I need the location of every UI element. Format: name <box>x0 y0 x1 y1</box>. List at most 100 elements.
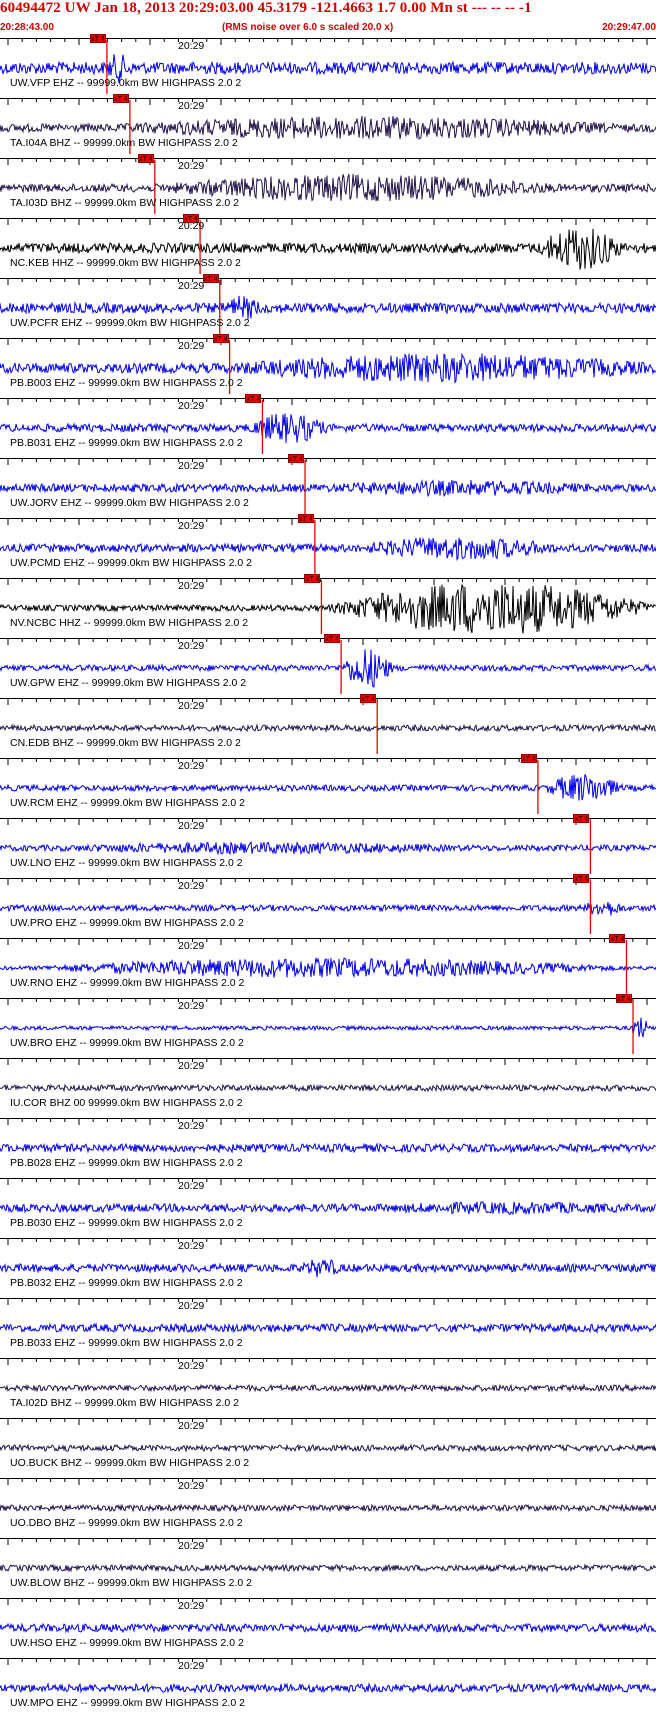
trace-plot <box>0 458 656 514</box>
minute-mark: 20:29 <box>178 1240 205 1252</box>
trace-plot <box>0 398 656 454</box>
station-label: UW.RCM EHZ -- 99999.0km BW HIGHPASS 2.0 … <box>10 797 245 809</box>
trace-row: xT 4 20:29 CN.EDB BHZ -- 99999.0km BW HIGH… <box>0 694 656 758</box>
waveform-trace <box>0 1622 656 1634</box>
trace-plot <box>0 158 656 214</box>
station-label: TA.I04A BHZ -- 99999.0km BW HIGHPASS 2.0… <box>10 137 238 149</box>
trace-plot <box>0 578 656 634</box>
station-label: NV.NCBC HHZ -- 99999.0km BW HIGHPASS 2.0… <box>10 617 249 629</box>
trace-row: xT 4 20:29 UW.LNO EHZ -- 99999.0km BW HIGH… <box>0 814 656 878</box>
trace-plot <box>0 1118 656 1154</box>
trace-plot <box>0 638 656 694</box>
phase-pick-marker: xT 4 <box>89 34 106 43</box>
trace-row: xT 4 20:29 TA.I04A BHZ -- 99999.0km BW HIG… <box>0 94 656 158</box>
trace-row: 20:29 UW.HSO EHZ -- 99999.0km BW HIGHPASS… <box>0 1598 656 1658</box>
trace-row: xT 4 20:29 UW.GPW EHZ -- 99999.0km BW HIGH… <box>0 634 656 698</box>
station-label: UW.BRO EHZ -- 99999.0km BW HIGHPASS 2.0 … <box>10 1037 244 1049</box>
station-label: TA.I03D BHZ -- 99999.0km BW HIGHPASS 2.0… <box>10 197 239 209</box>
scaling-note: (RMS noise over 6.0 s scaled 20.0 x) <box>222 22 394 33</box>
waveform-trace <box>0 840 656 856</box>
waveform-trace <box>0 901 656 916</box>
station-label: UO.DBO BHZ -- 99999.0km BW HIGHPASS 2.0 … <box>10 1517 243 1529</box>
minute-mark: 20:29 <box>178 700 205 712</box>
trace-row: xT 4 20:29 UW.PRO EHZ -- 99999.0km BW HIGH… <box>0 874 656 938</box>
minute-mark: 20:29 <box>178 820 205 832</box>
phase-pick-marker: xT 4 <box>202 274 219 283</box>
phase-pick-marker: xT 4 <box>616 994 633 1003</box>
minute-mark: 20:29 <box>178 1180 205 1192</box>
station-label: UW.PCMD EHZ -- 99999.0km BW HIGHPASS 2.0… <box>10 557 252 569</box>
station-label: UW.LNO EHZ -- 99999.0km BW HIGHPASS 2.0 … <box>10 857 243 869</box>
minute-mark: 20:29 <box>178 880 205 892</box>
waveform-trace <box>0 1201 656 1216</box>
waveform-trace <box>0 1258 656 1278</box>
trace-plot <box>0 998 656 1054</box>
trace-plot <box>0 1238 656 1278</box>
waveform-trace <box>0 1083 656 1093</box>
minute-mark: 20:29 <box>178 1660 205 1672</box>
station-label: PB.B032 EHZ -- 99999.0km BW HIGHPASS 2.0… <box>10 1277 243 1289</box>
trace-plot <box>0 278 656 334</box>
minute-mark: 20:29 <box>178 280 205 292</box>
station-label: UW.HSO EHZ -- 99999.0km BW HIGHPASS 2.0 … <box>10 1637 244 1649</box>
trace-plot <box>0 938 656 994</box>
waveform-trace <box>0 957 656 979</box>
trace-row: 20:29 TA.I02D BHZ -- 99999.0km BW HIGHPAS… <box>0 1358 656 1418</box>
phase-pick-marker: xT 4 <box>288 454 305 463</box>
minute-mark: 20:29 <box>178 220 205 232</box>
station-label: UO.BUCK BHZ -- 99999.0km BW HIGHPASS 2.0… <box>10 1457 250 1469</box>
trace-plot <box>0 1598 656 1634</box>
station-label: UW.RNO EHZ -- 99999.0km BW HIGHPASS 2.0 … <box>10 977 245 989</box>
minute-mark: 20:29 <box>178 1480 205 1492</box>
minute-mark: 20:29 <box>178 1360 205 1372</box>
end-time: 20:29:47.00 <box>602 22 656 33</box>
trace-plot <box>0 98 656 154</box>
waveform-trace <box>0 1017 656 1038</box>
minute-mark: 20:29 <box>178 1540 205 1552</box>
minute-mark: 20:29 <box>178 100 205 112</box>
station-label: UW.JORV EHZ -- 99999.0km BW HIGHPASS 2.0… <box>10 497 249 509</box>
station-label: NC.KEB HHZ -- 99999.0km BW HIGHPASS 2.0 … <box>10 257 241 269</box>
phase-pick-marker: xT 4 <box>360 694 377 703</box>
trace-row: xT 4 20:29 TA.I03D BHZ -- 99999.0km BW HIG… <box>0 154 656 218</box>
trace-plot <box>0 1178 656 1216</box>
minute-mark: 20:29 <box>178 460 205 472</box>
phase-pick-marker: xT 4 <box>304 574 321 583</box>
trace-row: xT 4 20:29 UW.PCFR EHZ -- 99999.0km BW HIG… <box>0 274 656 338</box>
trace-plot <box>0 698 656 754</box>
phase-pick-marker: xT 4 <box>245 394 262 403</box>
waveform-trace <box>0 1383 656 1393</box>
station-label: PB.B030 EHZ -- 99999.0km BW HIGHPASS 2.0… <box>10 1217 243 1229</box>
minute-mark: 20:29 <box>178 1120 205 1132</box>
trace-row: xT 4 20:29 NV.NCBC HHZ -- 99999.0km BW HIG… <box>0 574 656 638</box>
phase-pick-marker: xT 4 <box>112 94 129 103</box>
phase-pick-marker: xT 4 <box>137 154 154 163</box>
trace-row: 20:29 UO.DBO BHZ -- 99999.0km BW HIGHPASS… <box>0 1478 656 1538</box>
record-header: 60494472 UW Jan 18, 2013 20:29:03.00 45.… <box>0 0 656 38</box>
trace-plot <box>0 1358 656 1393</box>
minute-mark: 20:29 <box>178 1600 205 1612</box>
phase-pick-marker: xT 4 <box>212 334 229 343</box>
trace-row: xT 4 20:29 UW.VFP EHZ -- 99999.0km BW HIGH… <box>0 34 656 98</box>
minute-mark: 20:29 <box>178 160 205 172</box>
trace-row: 20:29 PB.B030 EHZ -- 99999.0km BW HIGHPAS… <box>0 1178 656 1238</box>
seismogram-panel: xT 4 20:29 UW.VFP EHZ -- 99999.0km BW HIGH… <box>0 34 656 1718</box>
minute-mark: 20:29 <box>178 340 205 352</box>
minute-mark: 20:29 <box>178 580 205 592</box>
trace-plot <box>0 338 656 394</box>
start-time: 20:28:43.00 <box>0 22 54 33</box>
trace-row: xT 4 20:29 UW.BRO EHZ -- 99999.0km BW HIGH… <box>0 994 656 1058</box>
trace-row: xT 4 20:29 UW.RNO EHZ -- 99999.0km BW HIGH… <box>0 934 656 998</box>
minute-mark: 20:29 <box>178 520 205 532</box>
waveform-trace <box>0 479 656 498</box>
phase-pick-marker: xT 4 <box>297 514 314 523</box>
station-label: UW.MPO EHZ -- 99999.0km BW HIGHPASS 2.0 … <box>10 1697 245 1709</box>
event-title: 60494472 UW Jan 18, 2013 20:29:03.00 45.… <box>0 0 532 16</box>
station-label: CN.EDB BHZ -- 99999.0km BW HIGHPASS 2.0 … <box>10 737 241 749</box>
trace-plot <box>0 818 656 874</box>
trace-row: xT 4 20:29 UW.JORV EHZ -- 99999.0km BW HIG… <box>0 454 656 518</box>
phase-pick-marker: xT 4 <box>573 814 590 823</box>
trace-row: 20:29 UO.BUCK BHZ -- 99999.0km BW HIGHPAS… <box>0 1418 656 1478</box>
trace-row: 20:29 IU.COR BHZ 00 99999.0km BW HIGHPASS… <box>0 1058 656 1118</box>
trace-row: xT 4 20:29 NC.KEB HHZ -- 99999.0km BW HIGH… <box>0 214 656 278</box>
